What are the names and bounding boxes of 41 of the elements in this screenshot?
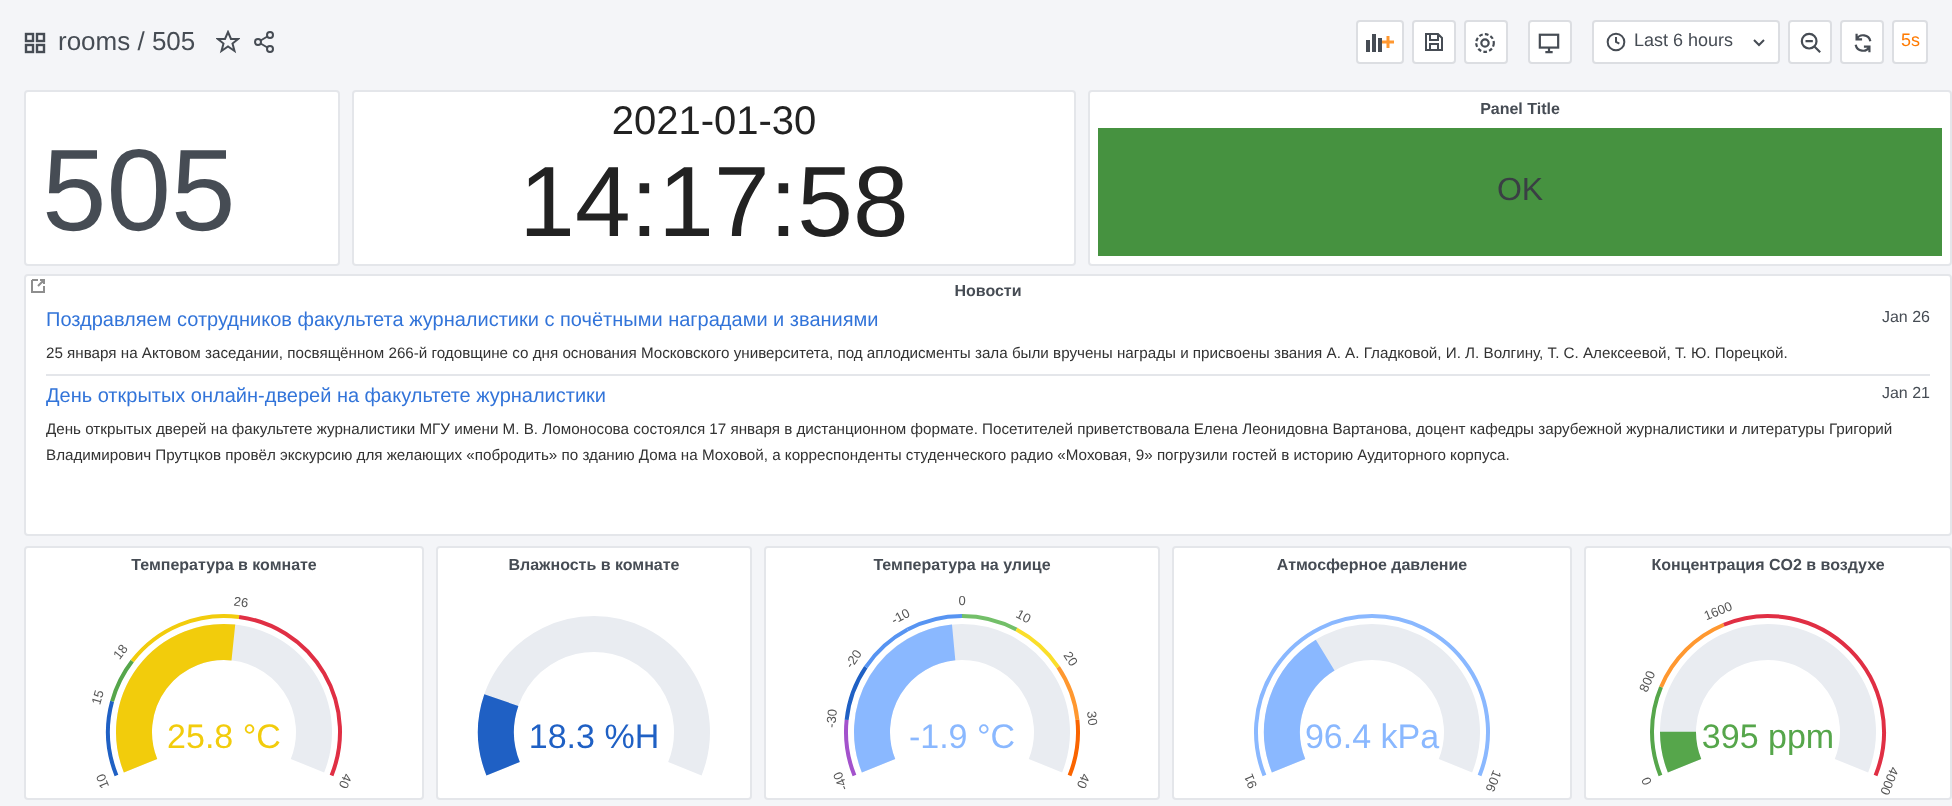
link-icon[interactable] — [30, 278, 46, 294]
bar-chart-icon — [1365, 32, 1394, 52]
caret-icon — [1752, 37, 1767, 47]
panel-title: Panel Title — [1478, 98, 1562, 122]
monitor-icon — [1538, 31, 1561, 53]
panel-title: Новости — [952, 280, 1024, 304]
save-icon — [1423, 32, 1444, 52]
settings-button[interactable] — [1463, 20, 1508, 64]
gauge-value: 96.4 kPa — [1304, 718, 1440, 756]
news-title-link[interactable]: Поздравляем сотрудников факультета журналистики с почётными наградами и званиями — [46, 308, 879, 336]
gauge-value: 18.3 %H — [528, 718, 660, 756]
panel-title: Концентрация CO2 в воздухе — [1651, 554, 1885, 578]
refresh-icon — [1851, 31, 1874, 53]
news-title-link[interactable]: День открытых онлайн-дверей на факультете журналистики — [46, 384, 607, 412]
status-value: OK — [1496, 172, 1544, 212]
news-date: Jan 26 — [1881, 308, 1930, 328]
zoom-out-icon — [1799, 31, 1822, 53]
dashboard-title[interactable]: rooms / 505 — [58, 22, 196, 62]
zoom-out-button[interactable] — [1788, 20, 1833, 64]
save-button[interactable] — [1411, 20, 1456, 64]
refresh-interval-button[interactable]: 5s — [1892, 20, 1928, 64]
gauge-value: 25.8 °C — [167, 718, 281, 756]
panel-title: Атмосферное давление — [1276, 554, 1468, 578]
gauge-value: 395 ppm — [1701, 718, 1835, 756]
star-icon[interactable] — [215, 30, 240, 54]
panel-title: Температура на улице — [873, 554, 1051, 578]
news-date: Jan 21 — [1881, 384, 1930, 404]
stat-value: 505 — [42, 124, 236, 260]
clock-time: 14:17:58 — [519, 144, 909, 260]
panel-title: Температура в комнате — [131, 554, 317, 578]
panel-title: Влажность в комнате — [508, 554, 680, 578]
settings-icon — [1474, 31, 1497, 53]
time-range-picker[interactable]: Last 6 hours — [1591, 20, 1781, 64]
share-icon[interactable] — [251, 30, 276, 54]
dashboard-grid-icon — [24, 31, 46, 53]
clock-icon — [1605, 32, 1626, 52]
add-panel-button[interactable] — [1355, 20, 1404, 64]
clock-date: 2021-01-30 — [611, 100, 817, 144]
refresh-button[interactable] — [1840, 20, 1885, 64]
tv-mode-button[interactable] — [1527, 20, 1572, 64]
gauge-value: -1.9 °C — [908, 718, 1016, 756]
